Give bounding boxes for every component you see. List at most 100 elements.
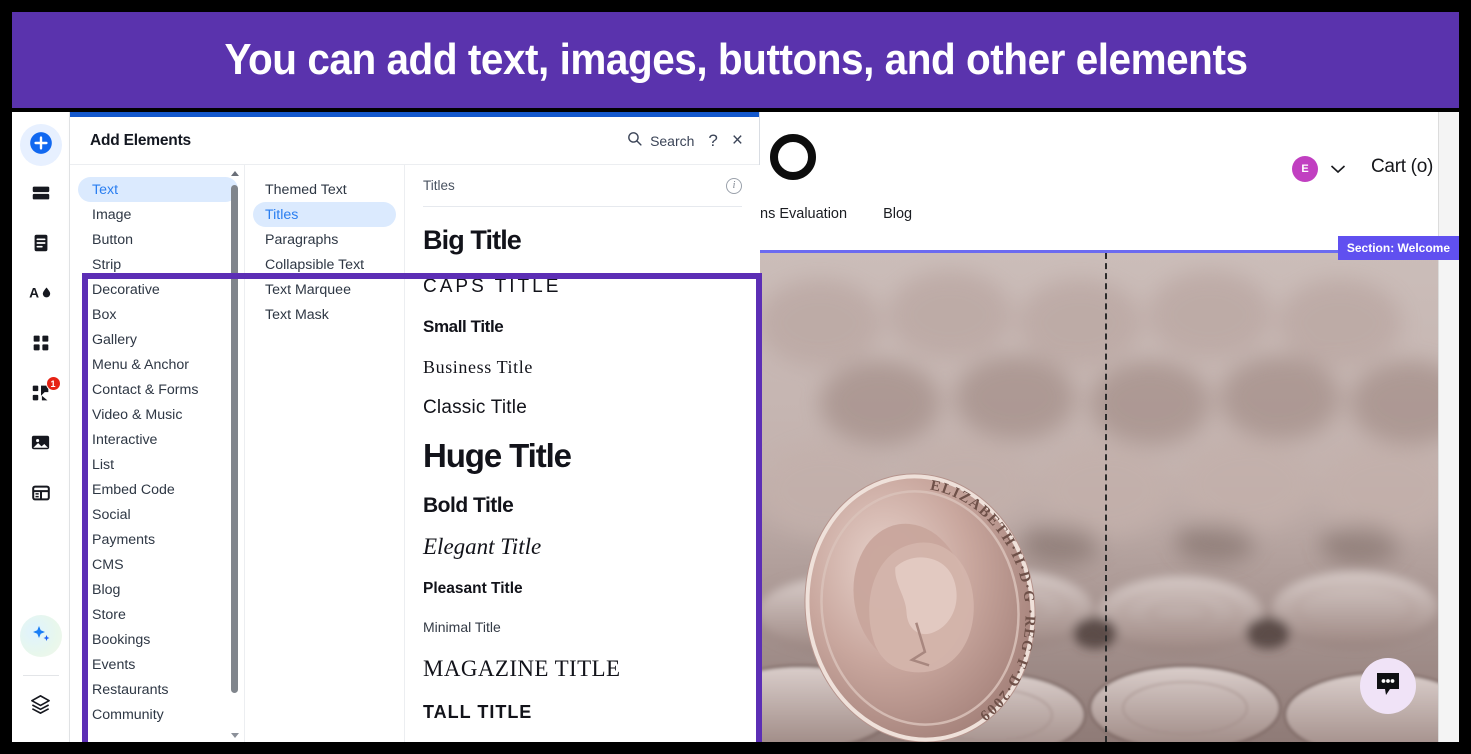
search-icon [626,130,643,152]
rail-item-site-design[interactable]: A [20,274,62,316]
category-item[interactable]: Events [78,652,238,677]
title-preset-item[interactable]: Pleasant Title [423,580,742,598]
category-list: Text Image Button Strip Decorative Box Gallery… [70,165,245,742]
sparkle-icon [29,622,53,651]
panel-header: Add Elements Search ? × [70,117,759,165]
title-preset-item[interactable]: Elegant Title [423,534,742,560]
dev-mode-badge: 1 [45,376,61,391]
title-preset-item[interactable]: Small Title [423,317,742,337]
nav-item-blog[interactable]: Blog [883,206,912,222]
scroll-up-arrow-icon[interactable] [231,171,239,176]
category-item[interactable]: CMS [78,552,238,577]
category-item-label: Interactive [92,431,158,448]
category-item[interactable]: Social [78,502,238,527]
section-badge[interactable]: Section: Welcome [1337,236,1459,260]
category-item[interactable]: Bookings [78,627,238,652]
scrollbar-thumb[interactable] [231,185,238,693]
category-item[interactable]: Payments [78,527,238,552]
rail-item-add-elements[interactable] [19,124,62,166]
subcategory-item-label: Text Marquee [265,281,351,298]
canvas-center-guideline [1105,253,1107,742]
rail-item-cms[interactable] [20,474,62,516]
element-list-title: Titles [423,178,455,193]
category-item[interactable]: Restaurants [78,677,238,702]
category-item[interactable]: Text [78,177,238,202]
category-item-label: Button [92,231,134,248]
category-item-label: Payments [92,531,156,548]
close-icon[interactable]: × [732,131,743,150]
table-icon [30,482,52,509]
avatar[interactable]: E [1292,156,1318,182]
category-item-label: Gallery [92,331,137,348]
subcategory-item[interactable]: Text Marquee [253,277,396,302]
panel-search-button[interactable]: Search [626,130,694,152]
category-item[interactable]: Strip [78,252,238,277]
category-item-label: Community [92,706,164,723]
title-preset-item[interactable]: CAPS TITLE [423,276,742,298]
panel-title: Add Elements [90,131,191,149]
category-item[interactable]: Video & Music [78,402,238,427]
subcategory-item[interactable]: Collapsible Text [253,252,396,277]
info-icon[interactable]: i [726,177,742,194]
category-item[interactable]: Store [78,602,238,627]
site-logo-icon[interactable] [770,134,816,180]
category-item[interactable]: Decorative [78,277,238,302]
theme-paint-icon: A [29,282,53,309]
image-icon [29,431,52,459]
site-header: E Cart (o) ns Evaluation Blog [760,112,1438,250]
subcategory-item[interactable]: Paragraphs [253,227,396,252]
subcategory-item[interactable]: Titles [253,202,396,227]
rail-item-media[interactable] [20,424,62,466]
category-item[interactable]: Interactive [78,427,238,452]
site-canvas: E Cart (o) ns Evaluation Blog Section: W… [760,112,1459,742]
category-item-label: Text [92,181,119,198]
category-item[interactable]: Blog [78,577,238,602]
subcategory-item[interactable]: Text Mask [253,302,396,327]
help-icon[interactable]: ? [708,131,717,151]
element-list-header: Titles i [423,165,742,207]
rail-item-pages[interactable] [20,224,62,266]
category-item[interactable]: Menu & Anchor [78,352,238,377]
rail-item-layers[interactable] [20,686,62,728]
title-preset-item[interactable]: TALL TITLE [423,702,742,723]
rail-item-apps[interactable] [20,324,62,366]
hero-image: ELIZABETH·II·D·G ·REG·F·D·2009 [760,253,1438,742]
title-preset-item[interactable]: Minimal Title [423,619,742,635]
category-item[interactable]: Box [78,302,238,327]
category-item[interactable]: Embed Code [78,477,238,502]
title-preset-item[interactable]: Big Title [423,225,742,256]
category-item[interactable]: List [78,452,238,477]
title-preset-item[interactable]: Business Title [423,357,742,378]
nav-item-evaluation[interactable]: ns Evaluation [760,206,847,222]
scroll-down-arrow-icon[interactable] [231,733,239,738]
hero-section[interactable]: ELIZABETH·II·D·G ·REG·F·D·2009 [760,250,1438,742]
subcategory-item-label: Collapsible Text [265,256,365,273]
instructional-banner: You can add text, images, buttons, and o… [12,12,1459,108]
subcategory-item[interactable]: Themed Text [253,177,396,202]
category-item[interactable]: Image [78,202,238,227]
category-item-label: Events [92,656,136,673]
account-menu[interactable]: E [1292,156,1346,182]
title-preset-item[interactable]: Huge Title [423,437,742,475]
category-item-label: Image [92,206,132,223]
category-item-label: Store [92,606,126,623]
title-preset-item[interactable]: Bold Title [423,494,742,518]
category-item[interactable]: Gallery [78,327,238,352]
title-preset-item[interactable]: Classic Title [423,397,742,419]
chat-fab-button[interactable] [1360,658,1416,714]
subcategory-item-label: Titles [265,206,299,223]
rail-item-add-section[interactable] [20,174,62,216]
title-preset-item[interactable]: MAGAZINE TITLE [423,656,742,682]
rail-item-ai-assistant[interactable] [19,615,62,657]
category-item[interactable]: Contact & Forms [78,377,238,402]
category-item-label: Strip [92,256,122,273]
category-item-label: Blog [92,581,121,598]
chevron-down-icon[interactable] [1330,161,1346,178]
cart-link[interactable]: Cart (o) [1371,156,1433,178]
category-item[interactable]: Button [78,227,238,252]
rail-item-dev-mode[interactable]: 1 [20,374,62,416]
subcategory-item-label: Themed Text [265,181,347,198]
category-scrollbar[interactable] [230,171,240,738]
category-item[interactable]: Community [78,702,238,727]
banner-text: You can add text, images, buttons, and o… [223,35,1248,84]
